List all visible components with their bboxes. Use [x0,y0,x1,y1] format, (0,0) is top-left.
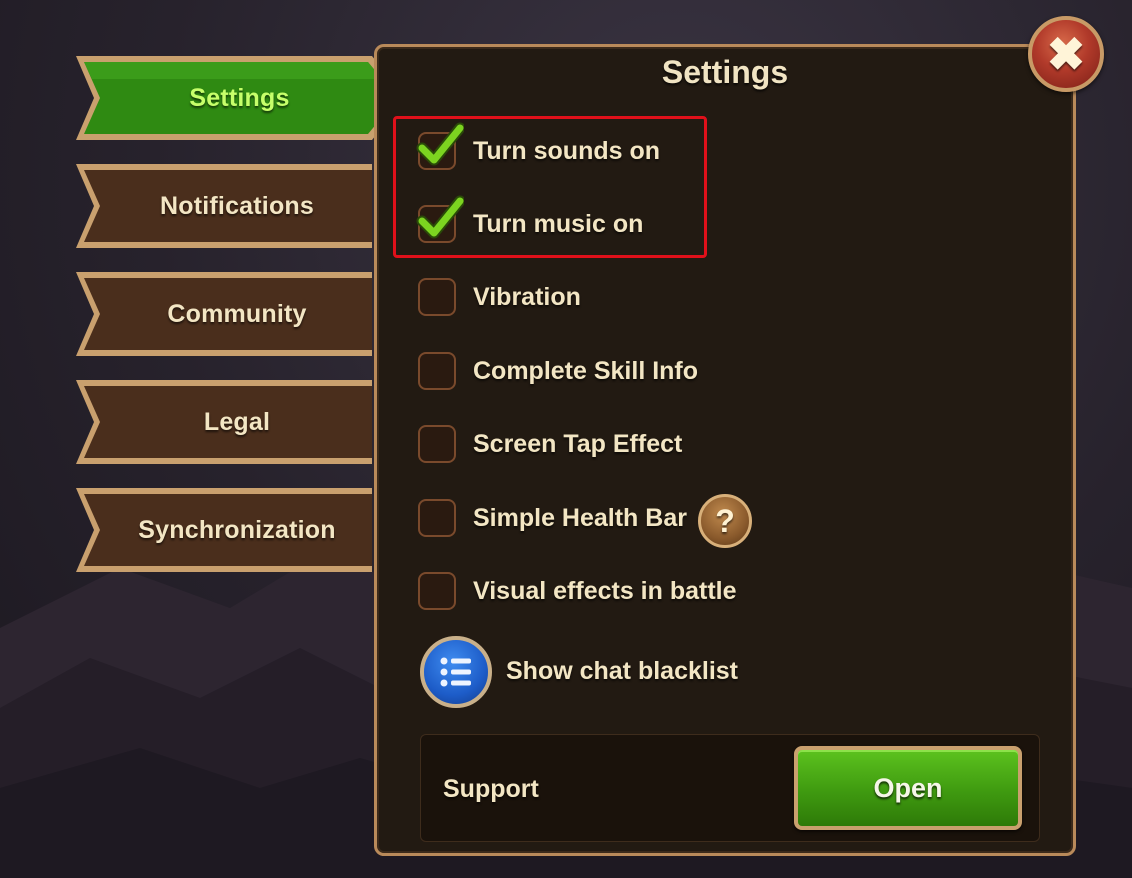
chat-blacklist-button[interactable] [420,636,492,708]
checkbox-simple-health-bar[interactable] [418,499,456,537]
checkbox-visual-effects[interactable] [418,572,456,610]
option-label: Screen Tap Effect [473,429,683,458]
open-button-label: Open [873,772,943,803]
chat-blacklist-label: Show chat blacklist [506,656,739,685]
close-icon: ✖ [1046,28,1086,80]
tab-community-label: Community [167,299,307,328]
checkbox-complete-skill-info[interactable] [418,352,456,390]
help-button[interactable]: ? [698,494,752,548]
checkbox-vibration[interactable] [418,278,456,316]
highlight-annotation [393,116,707,258]
option-label: Simple Health Bar [473,503,687,532]
option-label: Visual effects in battle [473,576,737,605]
tab-notifications[interactable]: Notifications [72,160,372,252]
tab-synchronization[interactable]: Synchronization [72,484,372,576]
panel-title: Settings [661,54,789,90]
tab-synchronization-label: Synchronization [138,515,336,544]
list-icon [440,657,471,687]
tab-legal-label: Legal [203,407,271,436]
option-label: Complete Skill Info [473,356,699,385]
support-label: Support [443,774,539,803]
checkbox-screen-tap-effect[interactable] [418,425,456,463]
tab-notifications-label: Notifications [160,191,314,220]
tab-community[interactable]: Community [72,268,372,360]
option-label: Vibration [473,282,581,311]
question-icon: ? [715,502,735,539]
close-button[interactable]: ✖ [1028,16,1104,92]
tab-legal[interactable]: Legal [72,376,372,468]
tab-settings-label: Settings [189,83,290,112]
tab-settings[interactable]: Settings [72,52,406,144]
open-support-button[interactable]: Open [794,746,1022,830]
